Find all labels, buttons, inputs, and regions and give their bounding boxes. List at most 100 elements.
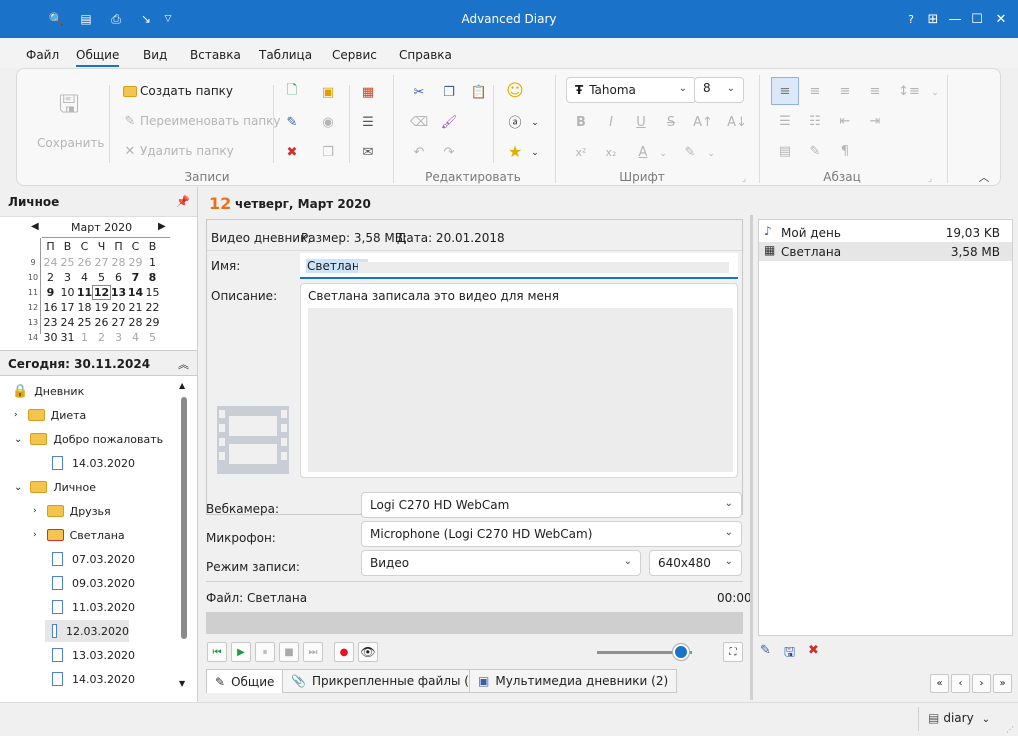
font-shrink-icon[interactable]: A↓: [727, 113, 747, 131]
collapse-icon[interactable]: ︽: [178, 356, 189, 372]
indent-icon[interactable]: ⇥: [866, 112, 884, 130]
menu-service[interactable]: Сервис: [332, 48, 377, 62]
calendar-day[interactable]: 25: [76, 316, 93, 329]
edit-file-icon[interactable]: ✎: [760, 643, 771, 658]
font-color-icon[interactable]: A: [634, 143, 652, 161]
outdent-icon[interactable]: ⇤: [836, 112, 854, 130]
calendar-day[interactable]: 28: [127, 316, 144, 329]
copy-note-icon[interactable]: ❐: [319, 143, 337, 161]
scroll-up-icon[interactable]: ▲: [179, 381, 185, 390]
calendar-day[interactable]: 13: [110, 286, 127, 299]
view-icon[interactable]: ◉: [319, 113, 337, 131]
calendar-day[interactable]: 4: [76, 271, 93, 284]
fullscreen-button[interactable]: ⛶: [723, 642, 743, 662]
chevron-down-icon[interactable]: ⌄: [702, 145, 720, 163]
save-button[interactable]: Сохранить: [37, 136, 105, 150]
new-note-icon[interactable]: 🗋: [283, 83, 301, 101]
abc-icon[interactable]: ⓐ: [506, 112, 524, 131]
calendar-day[interactable]: 6: [110, 271, 127, 284]
eraser-icon[interactable]: ⌫: [410, 113, 428, 131]
font-grow-icon[interactable]: A↑: [693, 113, 713, 131]
calendar-day[interactable]: 1: [76, 331, 93, 344]
sticky-note-icon[interactable]: ▣: [319, 83, 337, 101]
tab-multimedia[interactable]: ▣ Мультимедиа дневники (2): [469, 669, 678, 693]
profile-selector[interactable]: ▤ diary ⌄: [928, 711, 990, 725]
rename-folder-button[interactable]: Переименовать папку: [140, 114, 281, 128]
star-icon[interactable]: ★: [506, 142, 524, 161]
scroll-down-icon[interactable]: ▼: [179, 679, 185, 688]
chevron-down-icon[interactable]: ⌄: [526, 114, 544, 132]
tree-item-note[interactable]: 13.03.2020: [52, 644, 135, 666]
undo-icon[interactable]: ↶: [410, 143, 428, 161]
splitter[interactable]: [750, 215, 753, 700]
microphone-select[interactable]: Microphone (Logi C270 HD WebCam) ⌄: [361, 521, 742, 547]
smiley-icon[interactable]: ☺: [506, 81, 524, 101]
skip-end-button[interactable]: ⏭: [303, 642, 323, 662]
file-row-selected[interactable]: ▦ Светлана 3,58 MB: [759, 242, 1012, 261]
chevron-down-icon[interactable]: ⌄: [654, 145, 672, 163]
calendar-day[interactable]: 25: [59, 256, 76, 269]
calendar-day[interactable]: 3: [59, 271, 76, 284]
next-page-button[interactable]: ›: [972, 674, 991, 693]
calendar-day[interactable]: 29: [127, 256, 144, 269]
calendar-day[interactable]: 22: [144, 301, 161, 314]
calendar-day[interactable]: 2: [93, 331, 110, 344]
calendar-day[interactable]: 24: [42, 256, 59, 269]
edit-icon[interactable]: ✎: [806, 142, 824, 160]
calendar-day[interactable]: 19: [93, 301, 110, 314]
pin-icon[interactable]: 📌: [176, 195, 190, 208]
line-spacing-icon[interactable]: ↕≡: [898, 82, 920, 100]
menu-file[interactable]: Файл: [26, 48, 59, 62]
tree-item-diary[interactable]: 🔒 Дневник: [12, 380, 84, 402]
chevron-down-icon[interactable]: ⌄: [14, 482, 22, 493]
menu-table[interactable]: Таблица: [259, 48, 312, 62]
justify-icon[interactable]: ≡: [866, 82, 884, 100]
font-dialog-launcher-icon[interactable]: ⌟: [735, 170, 753, 188]
chevron-right-icon[interactable]: ›: [33, 530, 37, 540]
first-page-button[interactable]: «: [930, 674, 949, 693]
description-input[interactable]: Светлана записала это видео для меня: [300, 283, 738, 478]
next-month-icon[interactable]: ▶: [158, 221, 166, 232]
menu-view[interactable]: Вид: [143, 48, 167, 62]
calendar-day[interactable]: 26: [93, 316, 110, 329]
pause-button[interactable]: ⏸: [255, 642, 275, 662]
highlight-icon[interactable]: ✎: [681, 143, 699, 161]
font-name-select[interactable]: Ŧ Tahoma ⌄: [566, 77, 696, 103]
delete-folder-button[interactable]: Удалить папку: [140, 144, 234, 158]
calendar-day[interactable]: 5: [93, 271, 110, 284]
calendar-day[interactable]: 27: [93, 256, 110, 269]
webcam-select[interactable]: Logi C270 HD WebCam ⌄: [361, 492, 742, 518]
calendar-day[interactable]: 4: [127, 331, 144, 344]
calendar-day[interactable]: 15: [144, 286, 161, 299]
superscript-icon[interactable]: x²: [572, 143, 590, 161]
calendar-day[interactable]: 27: [110, 316, 127, 329]
create-folder-button[interactable]: Создать папку: [140, 84, 233, 98]
tree-item-svetlana[interactable]: › Светлана: [33, 524, 125, 546]
prev-month-icon[interactable]: ◀: [31, 221, 39, 232]
calendar-day[interactable]: 7: [127, 271, 144, 284]
tree-item-welcome[interactable]: ⌄ Добро пожаловать: [14, 428, 163, 450]
calendar-day[interactable]: 10: [59, 286, 76, 299]
calendar-day[interactable]: 2: [42, 271, 59, 284]
paragraph-dialog-launcher-icon[interactable]: ⌟: [921, 170, 939, 188]
skip-start-button[interactable]: ⏮: [207, 642, 227, 662]
previous-page-button[interactable]: ‹: [951, 674, 970, 693]
calendar-day[interactable]: 12: [92, 285, 111, 300]
edit-note-icon[interactable]: ✎: [283, 113, 301, 131]
underline-button[interactable]: U: [632, 113, 650, 131]
delete-note-icon[interactable]: ✖: [283, 143, 301, 161]
categories-icon[interactable]: ▦: [359, 83, 377, 101]
calendar-day[interactable]: 23: [42, 316, 59, 329]
mail-icon[interactable]: ✉: [359, 143, 377, 161]
resize-grip-icon[interactable]: ⋰: [1006, 725, 1014, 734]
tree-item-note[interactable]: 07.03.2020: [52, 548, 135, 570]
table-icon[interactable]: ▤: [776, 142, 794, 160]
tree-item-note[interactable]: 11.03.2020: [52, 596, 135, 618]
close-button[interactable]: ✕: [988, 6, 1014, 32]
video-progress-bar[interactable]: [206, 612, 743, 634]
italic-button[interactable]: I: [602, 113, 620, 131]
calendar-day[interactable]: 29: [144, 316, 161, 329]
chevron-down-icon[interactable]: ⌄: [526, 144, 544, 162]
properties-icon[interactable]: ☰: [359, 113, 377, 131]
tree-item-personal[interactable]: ⌄ Личное: [14, 476, 96, 498]
